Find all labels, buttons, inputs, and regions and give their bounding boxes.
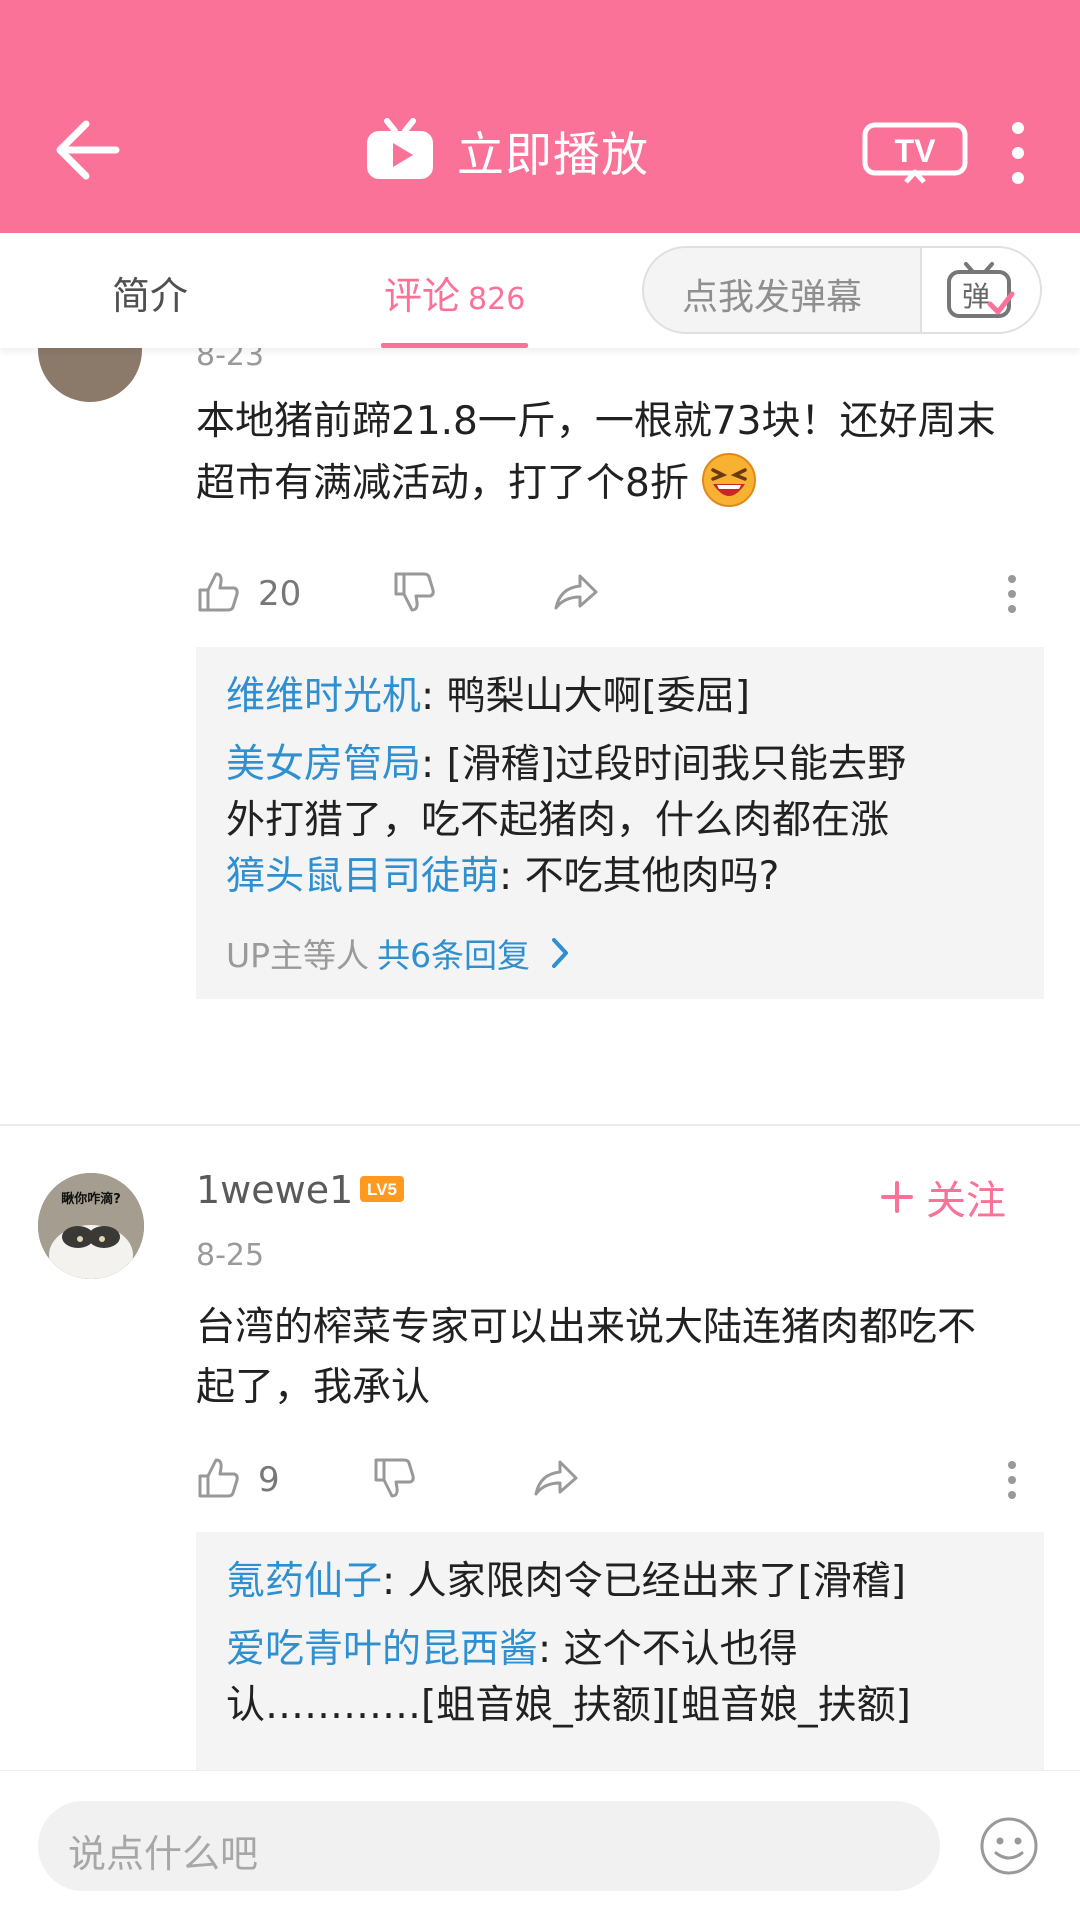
reply-item: 獐头鼠目司徒萌: 不吃其他肉吗? <box>226 854 780 899</box>
play-now-label: 立即播放 <box>457 127 649 183</box>
reply-text: 鸭梨山大啊[委屈] <box>446 674 750 719</box>
laughing-emoji-icon <box>702 453 757 507</box>
dislike-icon[interactable] <box>392 570 436 614</box>
follow-label: 关注 <box>926 1178 1006 1224</box>
danmaku-toggle[interactable]: 弹 <box>920 248 1040 332</box>
like-icon[interactable] <box>196 570 240 614</box>
comment-actions: 9 <box>196 1456 1056 1506</box>
comment-text: 台湾的榨菜专家可以出来说大陆连猪肉都吃不 起了，我承认 <box>196 1298 1056 1418</box>
tv-cast-icon[interactable]: TV <box>862 122 968 184</box>
reply-count-link[interactable]: 共6条回复 <box>377 929 530 977</box>
danmaku-icon: 弹 <box>947 262 1015 318</box>
comment-more-icon[interactable] <box>1006 1460 1018 1500</box>
active-tab-indicator <box>381 343 528 348</box>
avatar[interactable] <box>38 348 142 402</box>
comment-text-line: 超市有满减活动，打了个8折 <box>196 452 1056 514</box>
reply-text: 这个不认也得 <box>563 1627 798 1672</box>
tab-bar: 简介 评论 826 点我发弹幕 弹 <box>0 233 1080 348</box>
smiley-icon[interactable] <box>978 1815 1040 1877</box>
reply-text: 外打猎了，吃不起猪肉，什么肉都在涨 <box>226 798 890 843</box>
comment-more-icon[interactable] <box>1006 574 1018 614</box>
like-count: 20 <box>258 574 302 614</box>
comment-text-line: 台湾的榨菜专家可以出来说大陆连猪肉都吃不 <box>196 1305 977 1350</box>
like-count: 9 <box>258 1460 280 1500</box>
reply-item: 美女房管局: [滑稽]过段时间我只能去野 外打猎了，吃不起猪肉，什么肉都在涨 <box>226 742 906 843</box>
reply-box[interactable]: 维维时光机: 鸭梨山大啊[委屈] 美女房管局: [滑稽]过段时间我只能去野 外打猎… <box>196 647 1044 999</box>
reply-username[interactable]: 维维时光机 <box>226 674 421 719</box>
danmaku-placeholder: 点我发弹幕 <box>682 277 863 318</box>
comment-username[interactable]: 1wewe1 <box>196 1168 353 1212</box>
reply-item: 爱吃青叶的昆西酱: 这个不认也得 认…………[蛆音娘_扶额][蛆音娘_扶额] <box>226 1627 911 1728</box>
comment-text-line: 起了，我承认 <box>196 1365 431 1410</box>
top-app-bar: 立即播放 TV <box>0 0 1080 233</box>
view-all-replies[interactable]: UP主等人 共6条回复 <box>226 929 572 977</box>
reply-participants: UP主等人 <box>226 936 370 975</box>
more-vertical-icon[interactable] <box>1006 120 1030 186</box>
reply-username[interactable]: 獐头鼠目司徒萌 <box>226 854 499 899</box>
comment-date: 8-23 <box>196 348 265 373</box>
reply-username[interactable]: 爱吃青叶的昆西酱 <box>226 1627 538 1672</box>
share-icon[interactable] <box>552 572 600 612</box>
comment-input[interactable]: 说点什么吧 <box>38 1801 940 1891</box>
reply-item: 维维时光机: 鸭梨山大啊[委屈] <box>226 674 750 719</box>
comment-input-placeholder: 说点什么吧 <box>68 1832 259 1876</box>
tab-comments[interactable]: 评论 826 <box>384 265 525 320</box>
reply-text: 认…………[蛆音娘_扶额][蛆音娘_扶额] <box>226 1683 911 1728</box>
svg-text:LV5: LV5 <box>367 1180 397 1199</box>
send-danmaku-button[interactable]: 点我发弹幕 弹 <box>642 246 1042 334</box>
reply-box[interactable]: 氪药仙子: 人家限肉令已经出来了[滑稽] 爱吃青叶的昆西酱: 这个不认也得 认……… <box>196 1532 1044 1770</box>
play-tv-icon <box>367 118 433 179</box>
avatar[interactable]: 瞅你咋滴? <box>38 1173 144 1279</box>
share-icon[interactable] <box>532 1458 580 1498</box>
comment-actions: 20 <box>196 570 1056 620</box>
comment-count: 826 <box>468 282 526 317</box>
reply-username[interactable]: 美女房管局 <box>226 742 421 787</box>
dislike-icon[interactable] <box>372 1456 416 1500</box>
reply-text: 人家限肉令已经出来了[滑稽] <box>407 1559 906 1604</box>
danmaku-icon-text: 弹 <box>962 280 990 313</box>
avatar-caption: 瞅你咋滴? <box>61 1191 121 1207</box>
comment-list[interactable]: 8-23 本地猪前蹄21.8一斤，一根就73块！还好周末 超市有满减活动，打了个… <box>0 348 1080 1770</box>
reply-text: [滑稽]过段时间我只能去野 <box>446 742 906 787</box>
comment-text: 本地猪前蹄21.8一斤，一根就73块！还好周末 超市有满减活动，打了个8折 <box>196 392 1056 514</box>
comment-text-line: 本地猪前蹄21.8一斤，一根就73块！还好周末 <box>196 399 996 444</box>
comment-input-bar: 说点什么吧 <box>0 1770 1080 1921</box>
comment-divider <box>0 1124 1080 1126</box>
chevron-right-icon <box>552 938 569 968</box>
tab-intro[interactable]: 简介 <box>112 265 188 320</box>
back-arrow-icon[interactable] <box>52 118 122 182</box>
reply-item: 氪药仙子: 人家限肉令已经出来了[滑稽] <box>226 1559 906 1604</box>
tab-comments-label: 评论 <box>384 274 461 318</box>
follow-button[interactable]: 关注 <box>880 1168 1006 1226</box>
level-badge: LV5 <box>360 1176 404 1202</box>
svg-text:TV: TV <box>895 133 937 169</box>
like-icon[interactable] <box>196 1456 240 1500</box>
reply-text: 不吃其他肉吗? <box>524 854 780 899</box>
plus-icon <box>881 1181 913 1213</box>
play-now-button[interactable]: 立即播放 <box>365 115 649 185</box>
reply-username[interactable]: 氪药仙子 <box>226 1559 382 1604</box>
cat-avatar-image: 瞅你咋滴? <box>38 1173 144 1279</box>
comment-date: 8-25 <box>196 1238 265 1273</box>
